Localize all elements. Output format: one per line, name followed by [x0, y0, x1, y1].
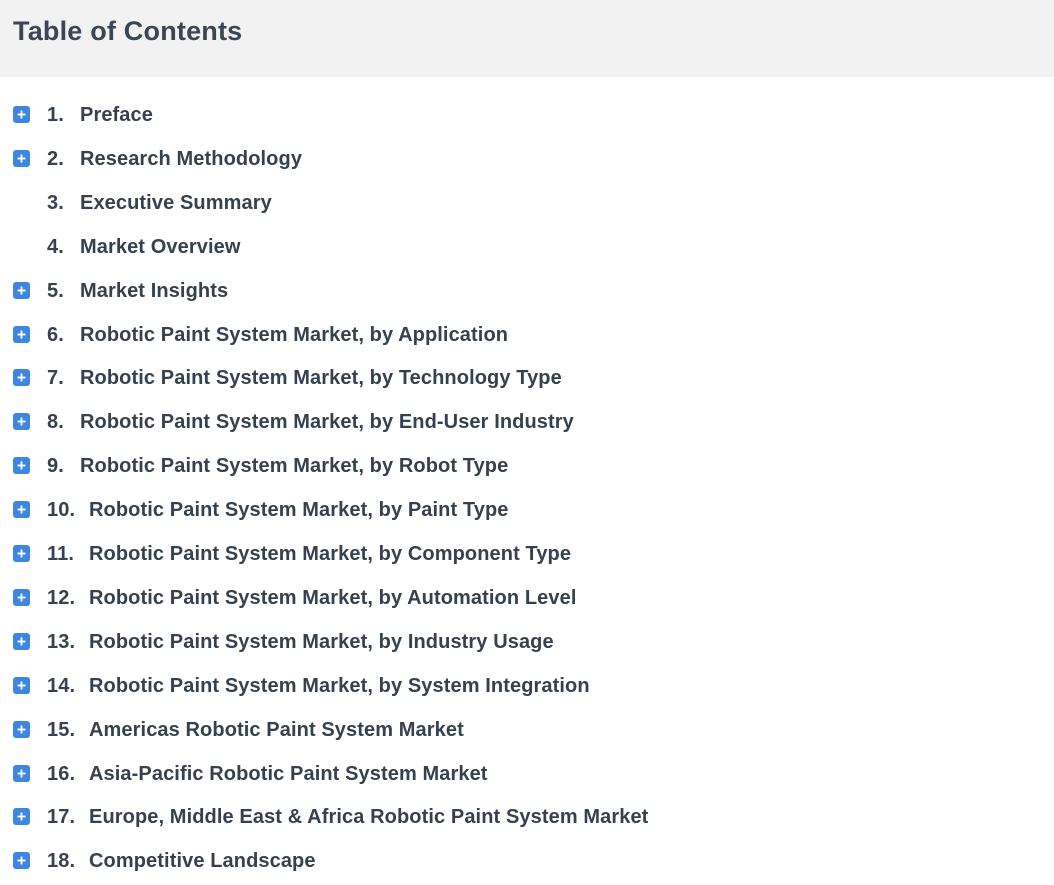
expand-button[interactable]: [13, 808, 30, 825]
toc-item-number: 4.: [47, 236, 64, 258]
plus-icon: [17, 681, 26, 690]
expand-button[interactable]: [13, 721, 30, 738]
toc-item[interactable]: 4. Market Overview: [0, 235, 1054, 259]
expand-button[interactable]: [13, 545, 30, 562]
toc-item[interactable]: 16. Asia-Pacific Robotic Paint System Mar…: [0, 762, 1054, 786]
plus-icon: [17, 505, 26, 514]
page-title: Table of Contents: [13, 16, 243, 46]
toc-item-label[interactable]: Robotic Paint System Market, by Industry…: [89, 630, 554, 654]
toc-item[interactable]: 3. Executive Summary: [0, 191, 1054, 215]
toc-item[interactable]: 2. Research Methodology: [0, 147, 1054, 171]
toc-item-number: 11.: [47, 543, 74, 565]
toc-item-label[interactable]: Competitive Landscape: [89, 849, 316, 873]
plus-icon: [17, 856, 26, 865]
toc-item[interactable]: 18. Competitive Landscape: [0, 849, 1054, 873]
expand-button[interactable]: [13, 150, 30, 167]
expand-button[interactable]: [13, 326, 30, 343]
toc-item[interactable]: 6. Robotic Paint System Market, by Applic…: [0, 323, 1054, 347]
toc-item-label[interactable]: Americas Robotic Paint System Market: [89, 718, 464, 742]
plus-icon: [17, 593, 26, 602]
toc-item[interactable]: 17. Europe, Middle East & Africa Robotic …: [0, 805, 1054, 829]
toc-item-label[interactable]: Asia-Pacific Robotic Paint System Market: [89, 762, 488, 786]
toc-item-number: 9.: [47, 455, 64, 477]
expand-button[interactable]: [13, 501, 30, 518]
toc-item[interactable]: 15. Americas Robotic Paint System Market: [0, 718, 1054, 742]
toc-item-label[interactable]: Robotic Paint System Market, by Robot Ty…: [80, 454, 508, 478]
toc-item-label[interactable]: Preface: [80, 103, 153, 127]
toc-item-label[interactable]: Research Methodology: [80, 147, 302, 171]
toc-item[interactable]: 5. Market Insights: [0, 279, 1054, 303]
toc-item[interactable]: 13. Robotic Paint System Market, by Indus…: [0, 630, 1054, 654]
toc-item-number: 15.: [47, 719, 76, 741]
plus-icon: [17, 330, 26, 339]
plus-icon: [17, 769, 26, 778]
toc-item-label[interactable]: Market Insights: [80, 279, 228, 303]
expand-button[interactable]: [13, 852, 30, 869]
toc-item[interactable]: 8. Robotic Paint System Market, by End-Us…: [0, 410, 1054, 434]
toc-item[interactable]: 12. Robotic Paint System Market, by Autom…: [0, 586, 1054, 610]
expand-button[interactable]: [13, 282, 30, 299]
toc-item-number: 17.: [47, 806, 76, 828]
toc-item-number: 1.: [47, 104, 64, 126]
toc-item-label[interactable]: Market Overview: [80, 235, 240, 259]
toc-item[interactable]: 1. Preface: [0, 103, 1054, 127]
toc-item[interactable]: 9. Robotic Paint System Market, by Robot …: [0, 454, 1054, 478]
toc-item-label[interactable]: Robotic Paint System Market, by Automati…: [89, 586, 577, 610]
toc-item-label[interactable]: Executive Summary: [80, 191, 272, 215]
toc-item-label[interactable]: Robotic Paint System Market, by Applicat…: [80, 323, 508, 347]
expand-button[interactable]: [13, 677, 30, 694]
toc-item-number: 12.: [47, 587, 76, 609]
plus-icon: [17, 110, 26, 119]
toc-item-number: 3.: [47, 192, 64, 214]
plus-icon: [17, 286, 26, 295]
toc-item-label[interactable]: Robotic Paint System Market, by Componen…: [89, 542, 571, 566]
toc-item-number: 16.: [47, 763, 76, 785]
toc-item-label[interactable]: Europe, Middle East & Africa Robotic Pai…: [89, 805, 648, 829]
expand-button[interactable]: [13, 589, 30, 606]
toc-item-number: 8.: [47, 411, 64, 433]
toc-item-number: 6.: [47, 324, 64, 346]
expand-button[interactable]: [13, 369, 30, 386]
expand-button[interactable]: [13, 106, 30, 123]
toc-header: Table of Contents: [0, 0, 1054, 77]
plus-icon: [17, 461, 26, 470]
toc-item-number: 10.: [47, 499, 76, 521]
toc-item[interactable]: 7. Robotic Paint System Market, by Techno…: [0, 366, 1054, 390]
toc-item-label[interactable]: Robotic Paint System Market, by Paint Ty…: [89, 498, 508, 522]
toc-item-number: 18.: [47, 850, 76, 872]
plus-icon: [17, 549, 26, 558]
toc-item[interactable]: 10. Robotic Paint System Market, by Paint…: [0, 498, 1054, 522]
toc-item-label[interactable]: Robotic Paint System Market, by Technolo…: [80, 366, 562, 390]
expand-button[interactable]: [13, 633, 30, 650]
expand-button[interactable]: [13, 413, 30, 430]
expand-button[interactable]: [13, 765, 30, 782]
plus-icon: [17, 373, 26, 382]
toc-item-number: 13.: [47, 631, 76, 653]
toc-item-label[interactable]: Robotic Paint System Market, by End-User…: [80, 410, 574, 434]
toc-item-number: 5.: [47, 280, 64, 302]
toc-item-number: 2.: [47, 148, 64, 170]
plus-icon: [17, 637, 26, 646]
toc-item[interactable]: 11. Robotic Paint System Market, by Compo…: [0, 542, 1054, 566]
toc-item-number: 7.: [47, 367, 64, 389]
plus-icon: [17, 154, 26, 163]
plus-icon: [17, 812, 26, 821]
toc-item-label[interactable]: Robotic Paint System Market, by System I…: [89, 674, 590, 698]
expand-button[interactable]: [13, 457, 30, 474]
plus-icon: [17, 417, 26, 426]
plus-icon: [17, 725, 26, 734]
toc-item-number: 14.: [47, 675, 76, 697]
toc-item[interactable]: 14. Robotic Paint System Market, by Syste…: [0, 674, 1054, 698]
